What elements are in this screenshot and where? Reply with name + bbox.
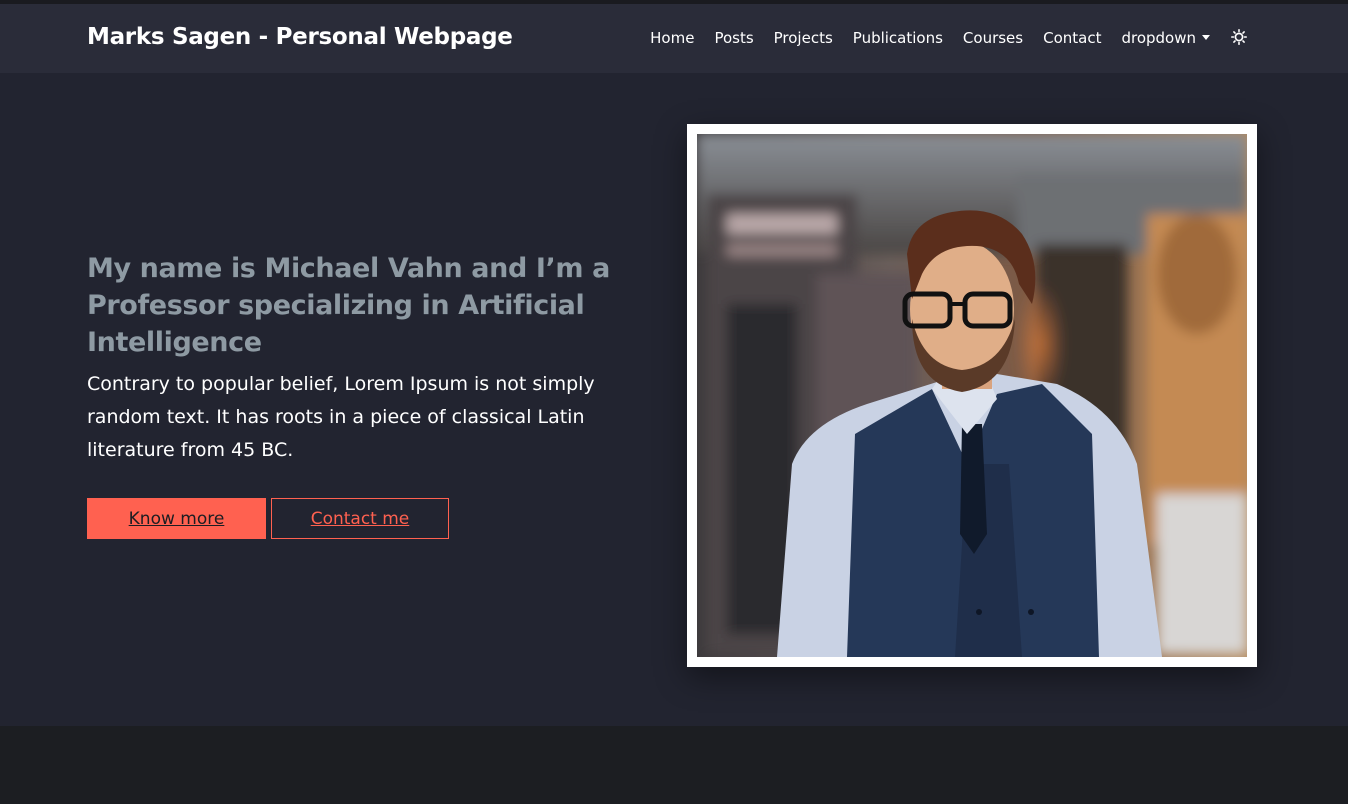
nav-item-posts[interactable]: Posts — [714, 29, 753, 47]
headline-text: My name is — [87, 253, 265, 284]
sun-icon — [1231, 28, 1247, 45]
footer-band — [0, 726, 1348, 804]
headline-name: Michael Vahn — [264, 253, 463, 284]
profile-photo — [697, 134, 1247, 657]
navbar: Marks Sagen - Personal Webpage Home Post… — [0, 4, 1348, 73]
nav-dropdown-toggle[interactable]: dropdown — [1121, 29, 1210, 47]
nav-item-projects[interactable]: Projects — [774, 29, 833, 47]
profile-photo-frame — [687, 124, 1257, 667]
nav-item-publications[interactable]: Publications — [853, 29, 943, 47]
nav-item-courses[interactable]: Courses — [963, 29, 1023, 47]
hero-buttons: Know more Contact me — [87, 498, 627, 539]
caret-down-icon — [1202, 34, 1210, 40]
headline-role: Professor — [87, 290, 230, 321]
headline-text: and I’m a — [462, 253, 610, 284]
contact-me-button[interactable]: Contact me — [271, 498, 449, 539]
theme-toggle-button[interactable] — [1230, 28, 1248, 46]
hero-headline: My name is Michael Vahn and I’m a Profes… — [87, 250, 627, 361]
headline-text: specializing in — [229, 290, 459, 321]
brand-title[interactable]: Marks Sagen - Personal Webpage — [87, 24, 513, 50]
nav-item-home[interactable]: Home — [650, 29, 694, 47]
hero-description: Contrary to popular belief, Lorem Ipsum … — [87, 373, 595, 461]
nav-item-contact[interactable]: Contact — [1043, 29, 1101, 47]
nav-menu: Home Posts Projects Publications Courses… — [630, 4, 1248, 73]
nav-dropdown-label: dropdown — [1121, 29, 1196, 47]
know-more-button[interactable]: Know more — [87, 498, 266, 539]
hero-text: My name is Michael Vahn and I’m a Profes… — [87, 250, 627, 539]
hero-section: My name is Michael Vahn and I’m a Profes… — [0, 73, 1348, 726]
